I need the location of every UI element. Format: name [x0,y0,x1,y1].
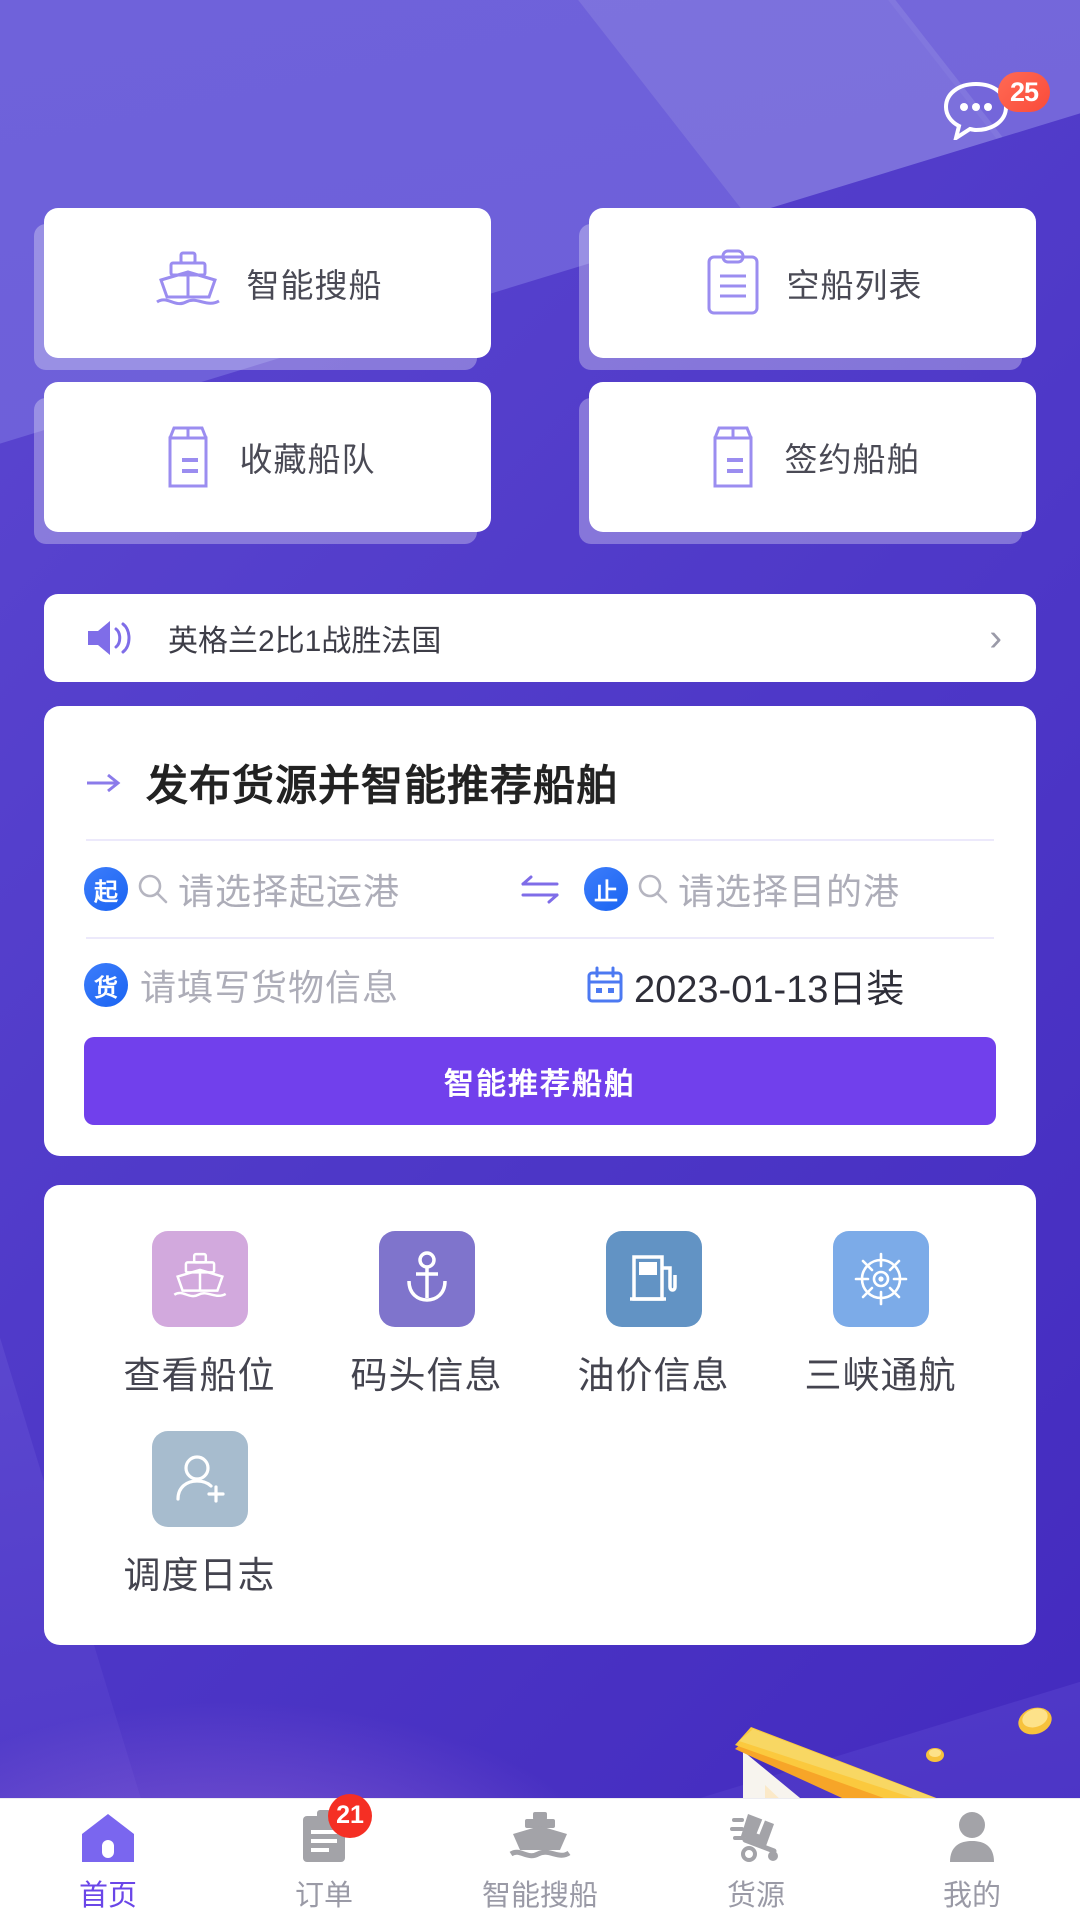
destination-port-placeholder: 请选择目的港 [678,871,901,912]
service-item-dispatch-log[interactable]: 调度日志 [86,1431,313,1599]
cargo-badge: 货 [84,963,128,1007]
tab-label: 智能搜船 [481,1879,598,1912]
service-tile [151,1431,248,1527]
clipboard-list-icon [707,249,758,315]
ship-bow-icon [173,1252,226,1298]
tab-label: 订单 [294,1879,353,1912]
tab-icon-wrap [509,1806,571,1864]
tab-smart-search[interactable]: 智能搜船 [432,1799,648,1920]
news-ticker[interactable]: 英格兰2比1战胜法国 › [44,594,1036,682]
tab-cargo-source[interactable]: 货源 [648,1799,864,1920]
publish-cargo-card: 发布货源并智能推荐船舶 起 请选择起运港 止 请选择目的港 货 请填写货物信息 … [44,706,1036,1156]
quick-action-smart-search[interactable]: 智能搜船 [44,208,491,358]
tab-icon-wrap [728,1806,784,1864]
tab-orders[interactable]: 21 订单 [216,1793,432,1920]
tab-label: 首页 [78,1879,137,1912]
ship-bow-icon [155,251,220,306]
ship-wheel-icon [854,1252,907,1306]
home-icon [82,1813,134,1862]
origin-port-placeholder: 请选择起运港 [178,871,401,912]
quick-action-label: 空船列表 [786,267,923,304]
user-plus-icon [175,1455,225,1503]
ship-icon [509,1811,571,1858]
services-card: 查看船位 码头信息 油价信息 三峡通航 调度日志 [44,1185,1036,1645]
swap-ports-button[interactable] [496,872,584,906]
tab-home[interactable]: 首页 [0,1799,216,1920]
tab-icon-wrap: 21 [298,1793,372,1864]
services-grid: 查看船位 码头信息 油价信息 三峡通航 调度日志 [44,1231,1036,1631]
container-box-icon [168,426,207,488]
chat-unread-badge: 25 [998,72,1050,112]
service-label: 查看船位 [123,1355,276,1396]
quick-action-favorite-fleet[interactable]: 收藏船队 [44,382,491,532]
service-label: 油价信息 [577,1355,730,1396]
port-selection-row: 起 请选择起运港 止 请选择目的港 [84,841,996,937]
fuel-pump-icon [629,1255,677,1301]
service-tile [378,1231,475,1327]
service-tile [832,1231,929,1327]
quick-action-empty-ship-list[interactable]: 空船列表 [589,208,1036,358]
search-icon [138,874,168,904]
cargo-info-placeholder: 请填写货物信息 [140,967,400,1008]
megaphone-icon [88,621,131,655]
service-tile [605,1231,702,1327]
cargo-row: 货 请填写货物信息 2023-01-13日装 [84,939,996,1031]
search-icon [638,874,668,904]
news-text: 英格兰2比1战胜法国 [168,625,442,658]
chevron-right-icon[interactable]: › [989,619,1002,657]
service-label: 码头信息 [350,1355,503,1396]
service-label: 三峡通航 [804,1355,957,1396]
orders-badge: 21 [328,1793,372,1838]
cargo-info-field[interactable]: 货 请填写货物信息 [84,959,584,1011]
origin-port-field[interactable]: 起 请选择起运港 [84,863,496,915]
service-item-view-ship-position[interactable]: 查看船位 [86,1231,313,1399]
quick-action-label: 收藏船队 [239,441,376,478]
tab-icon-wrap [946,1806,998,1864]
person-icon [950,1811,994,1862]
service-item-terminal-info[interactable]: 码头信息 [313,1231,540,1399]
quick-actions-row-1: 智能搜船 空船列表 [0,208,1080,358]
hand-truck-icon [730,1813,778,1862]
tab-label: 货源 [726,1879,785,1912]
service-item-fuel-price[interactable]: 油价信息 [540,1231,767,1399]
swap-horizontal-icon [521,875,559,904]
tab-label: 我的 [942,1879,1001,1912]
anchor-icon [406,1251,447,1302]
quick-action-label: 签约船舶 [784,441,921,478]
container-box-icon [713,426,752,488]
service-label: 调度日志 [123,1555,276,1596]
service-tile [151,1231,248,1327]
calendar-icon [587,966,623,1003]
tab-icon-wrap [80,1806,136,1864]
chat-entry[interactable]: 25 [940,72,1050,146]
tab-profile[interactable]: 我的 [864,1799,1080,1920]
recommend-ships-button[interactable]: 智能推荐船舶 [84,1037,996,1125]
quick-actions: 智能搜船 空船列表 收藏船队 签约船舶 [0,208,1080,556]
origin-badge: 起 [84,867,128,911]
bottom-tab-bar: 首页 21 订单 智能搜船 货源 我的 [0,1793,1080,1920]
service-item-three-gorges-navigation[interactable]: 三峡通航 [767,1231,994,1399]
quick-action-contracted-ships[interactable]: 签约船舶 [589,382,1036,532]
destination-port-field[interactable]: 止 请选择目的港 [584,863,996,915]
destination-badge: 止 [584,867,628,911]
load-date-value: 2023-01-13日装 [634,968,905,1011]
quick-action-label: 智能搜船 [246,267,383,304]
arrow-right-icon [87,773,121,792]
load-date-field[interactable]: 2023-01-13日装 [584,958,904,1013]
page-title: 发布货源并智能推荐船舶 [146,762,620,809]
publish-card-header: 发布货源并智能推荐船舶 [84,740,996,839]
quick-actions-row-2: 收藏船队 签约船舶 [0,382,1080,532]
